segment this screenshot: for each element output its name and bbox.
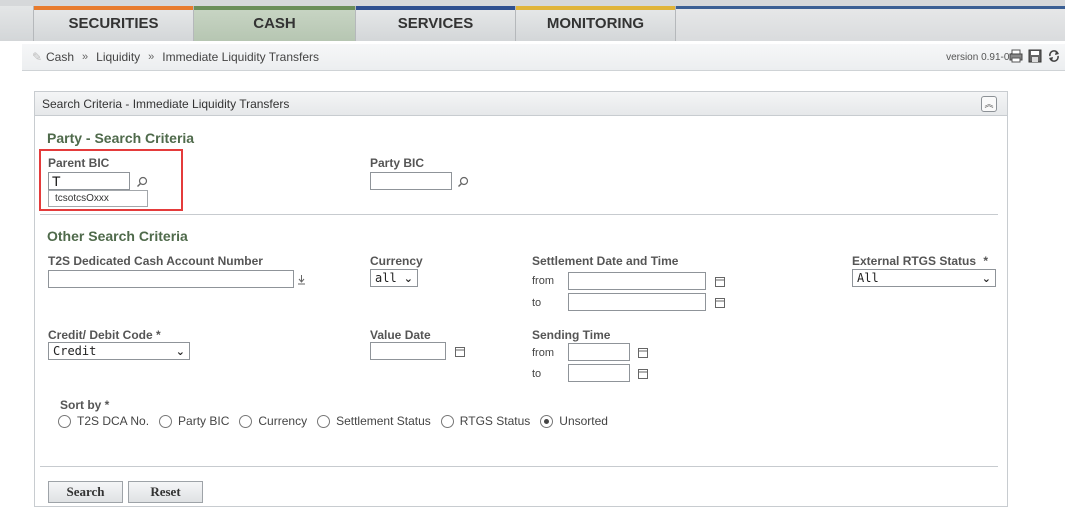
parent-bic-suggestion[interactable]: tcsotcsOxxx (48, 190, 148, 207)
collapse-icon[interactable]: ︽ (981, 96, 997, 112)
party-bic-search-icon[interactable] (457, 176, 469, 188)
refresh-icon[interactable] (1047, 48, 1061, 64)
sort-radio-rtgs-status[interactable] (440, 414, 454, 428)
required-mark: * (983, 254, 989, 268)
nav-stub (0, 6, 34, 41)
sending-time-label: Sending Time (532, 328, 611, 342)
toolbar-icons (1009, 48, 1061, 64)
tab-filler (676, 9, 1065, 41)
sort-label-rtgs-status: RTGS Status (459, 414, 531, 428)
tab-securities-label: SECURITIES (68, 15, 159, 32)
calendar-icon[interactable] (715, 276, 725, 287)
tab-services-bar (356, 6, 515, 10)
credit-debit-select[interactable]: Credit ⌄ (48, 342, 190, 360)
rtgs-status-select[interactable]: All ⌄ (852, 269, 996, 287)
t2s-account-label: T2S Dedicated Cash Account Number (48, 254, 263, 268)
search-criteria-panel: Search Criteria - Immediate Liquidity Tr… (34, 91, 1008, 507)
panel-header: Search Criteria - Immediate Liquidity Tr… (35, 92, 1007, 116)
breadcrumb-liquidity[interactable]: Liquidity (96, 50, 140, 64)
settlement-date-label: Settlement Date and Time (532, 254, 679, 268)
clock-icon[interactable] (638, 347, 648, 358)
breadcrumb-separator: » (148, 51, 155, 63)
sort-label-currency: Currency (258, 414, 308, 428)
print-icon[interactable] (1009, 48, 1023, 64)
sort-label-unsorted: Unsorted (559, 414, 608, 428)
credit-debit-value: Credit (53, 344, 97, 358)
breadcrumb-current: Immediate Liquidity Transfers (162, 50, 320, 64)
tab-cash[interactable]: CASH (194, 6, 356, 41)
tab-monitoring-label: MONITORING (546, 15, 645, 32)
sort-radio-unsorted[interactable] (540, 414, 554, 428)
chevron-down-icon: ⌄ (175, 344, 185, 358)
search-button[interactable]: Search (48, 481, 123, 503)
currency-value: all (375, 271, 397, 285)
sort-radio-party-bic[interactable] (159, 414, 173, 428)
calendar-icon[interactable] (455, 346, 465, 357)
breadcrumb-cash[interactable]: Cash (46, 50, 74, 64)
settlement-from-label: from (532, 275, 554, 287)
sending-from-input[interactable] (568, 343, 630, 361)
tab-securities-bar (34, 6, 193, 10)
sort-label-t2s: T2S DCA No. (77, 414, 150, 428)
t2s-account-input[interactable] (48, 270, 294, 288)
currency-label: Currency (370, 254, 423, 268)
sending-to-label: to (532, 368, 542, 380)
credit-debit-label: Credit/ Debit Code * (48, 328, 161, 342)
tab-monitoring-bar (516, 6, 675, 10)
chevron-down-icon: ⌄ (981, 271, 991, 285)
sort-label-settlement-status: Settlement Status (336, 414, 431, 428)
rtgs-status-label: External RTGS Status * (852, 254, 988, 268)
value-date-input[interactable] (370, 342, 446, 360)
tab-cash-label: CASH (253, 15, 296, 32)
bottom-divider (40, 466, 998, 467)
party-bic-label: Party BIC (370, 156, 425, 170)
sending-from-label: from (532, 347, 554, 359)
settlement-to-input[interactable] (568, 293, 706, 311)
tab-cash-bar (194, 6, 355, 10)
panel-title: Search Criteria - Immediate Liquidity Tr… (42, 96, 290, 111)
pin-icon[interactable]: ✎ (32, 50, 46, 64)
reset-button[interactable]: Reset (128, 481, 203, 503)
main-nav: SECURITIES CASH SERVICES MONITORING (0, 0, 1065, 41)
party-bic-input[interactable] (370, 172, 452, 190)
chevron-down-icon: ⌄ (403, 271, 413, 285)
sort-options: T2S DCA No. Party BIC Currency Settlemen… (58, 414, 618, 428)
download-icon[interactable] (297, 274, 306, 285)
tab-services[interactable]: SERVICES (356, 6, 516, 41)
parent-bic-search-icon[interactable] (136, 176, 148, 188)
tab-services-label: SERVICES (397, 15, 474, 32)
tab-securities[interactable]: SECURITIES (34, 6, 194, 41)
value-date-label: Value Date (370, 328, 431, 342)
sort-radio-t2s[interactable] (58, 414, 71, 428)
party-section-title: Party - Search Criteria (47, 130, 195, 146)
sending-to-input[interactable] (568, 364, 630, 382)
breadcrumb-separator: » (82, 51, 89, 63)
section-divider (40, 214, 998, 215)
sort-radio-currency[interactable] (239, 414, 253, 428)
version-label: version 0.91-03 (946, 52, 1015, 63)
other-section-title: Other Search Criteria (47, 228, 188, 244)
rtgs-status-text: External RTGS Status (852, 254, 977, 268)
rtgs-status-value: All (857, 271, 879, 285)
clock-icon[interactable] (638, 368, 648, 379)
sort-label-party-bic: Party BIC (178, 414, 230, 428)
breadcrumb: ✎ Cash » Liquidity » Immediate Liquidity… (22, 44, 1065, 71)
sort-radio-settlement-status[interactable] (317, 414, 331, 428)
calendar-icon[interactable] (715, 297, 725, 308)
save-icon[interactable] (1028, 48, 1042, 64)
currency-select[interactable]: all ⌄ (370, 269, 418, 287)
sort-by-label: Sort by * (60, 398, 110, 412)
settlement-to-label: to (532, 297, 542, 309)
settlement-from-input[interactable] (568, 272, 706, 290)
tab-monitoring[interactable]: MONITORING (516, 6, 676, 41)
parent-bic-label: Parent BIC (48, 156, 110, 170)
parent-bic-input[interactable]: T (48, 172, 130, 190)
